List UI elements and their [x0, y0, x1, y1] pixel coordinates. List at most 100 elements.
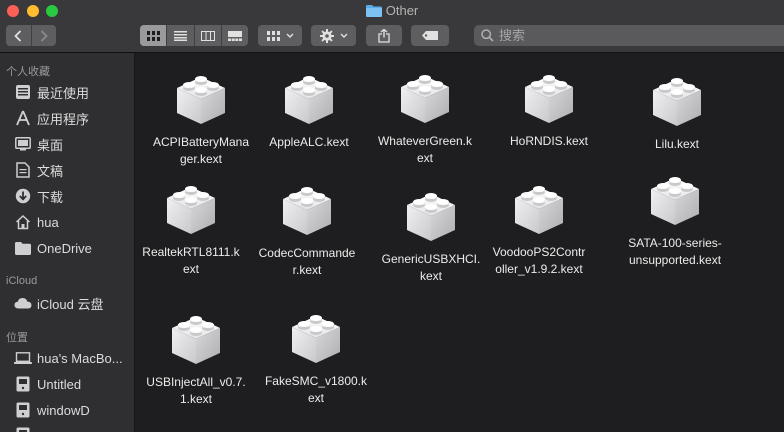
file-label: Lilu.kext: [654, 137, 700, 151]
search-input[interactable]: [499, 28, 779, 43]
disk-icon: [14, 401, 32, 419]
window-title: Other: [0, 3, 784, 18]
sidebar-item-disk[interactable]: [14, 425, 37, 432]
file-item[interactable]: Lilu.kext: [619, 69, 735, 153]
file-label: FakeSMC_v1800.k ext: [264, 374, 368, 405]
grid-icon: [146, 30, 160, 41]
file-label: HoRNDIS.kext: [509, 134, 589, 148]
chevron-down-icon: [286, 33, 293, 38]
sidebar-item-label: hua's MacBo...: [37, 350, 123, 366]
sidebar-item-macbook[interactable]: hua's MacBo...: [14, 348, 123, 368]
disk-icon: [14, 426, 32, 432]
group-by-button[interactable]: [258, 25, 302, 46]
file-grid: ACPIBatteryMana ger.kext AppleALC.kext Wh…: [135, 53, 784, 432]
file-label: RealtekRTL8111.k ext: [142, 245, 240, 276]
file-item[interactable]: RealtekRTL8111.k ext: [133, 177, 249, 278]
search-field[interactable]: [474, 25, 784, 46]
documents-icon: [14, 161, 32, 179]
sidebar-item-label: 桌面: [37, 137, 64, 153]
title-bar: Other: [0, 0, 784, 22]
file-item[interactable]: FakeSMC_v1800.k ext: [258, 306, 374, 407]
chevron-left-icon: [14, 29, 22, 42]
sidebar-item-label: 下载: [37, 189, 64, 205]
file-label: WhateverGreen.k ext: [377, 134, 473, 165]
back-button[interactable]: [6, 25, 32, 46]
kext-bundle-icon: [519, 66, 579, 126]
kext-bundle-icon: [171, 67, 231, 127]
sidebar-item-untitled[interactable]: Untitled: [14, 374, 81, 394]
sidebar-item-home[interactable]: hua: [14, 212, 59, 232]
finder-window: Other 搜索 个人收藏 最近使用 应用程序 桌面 文稿 下载 hua One…: [0, 0, 784, 432]
kext-bundle-icon: [401, 184, 461, 244]
file-label: ACPIBatteryMana ger.kext: [152, 135, 250, 166]
file-item[interactable]: VoodooPS2Contr oller_v1.9.2.kext: [481, 177, 597, 278]
disk-icon: [14, 375, 32, 393]
file-item[interactable]: AppleALC.kext: [251, 67, 367, 151]
laptop-icon: [14, 349, 32, 367]
folder-icon: [365, 5, 382, 17]
share-button[interactable]: [366, 25, 402, 46]
sidebar-item-onedrive[interactable]: OneDrive: [14, 238, 92, 258]
list-view-button[interactable]: [167, 25, 195, 46]
window-title-text: Other: [385, 3, 419, 18]
share-icon: [378, 28, 390, 43]
view-mode-selector: [140, 25, 248, 46]
recents-icon: [14, 83, 32, 101]
sidebar-item-windowd[interactable]: windowD: [14, 400, 90, 420]
favorites-header: 个人收藏: [6, 66, 50, 78]
sidebar-item-downloads[interactable]: 下载: [14, 186, 63, 206]
kext-bundle-icon: [277, 178, 337, 238]
locations-header: 位置: [6, 332, 28, 344]
file-label: USBInjectAll_v0.7. 1.kext: [146, 375, 246, 406]
sidebar-item-applications[interactable]: 应用程序: [14, 108, 89, 128]
search-icon: [481, 29, 494, 42]
sidebar-item-label: 文稿: [37, 163, 64, 179]
file-label: GenericUSBXHCI. kext: [381, 252, 481, 283]
file-item[interactable]: ACPIBatteryMana ger.kext: [143, 67, 259, 168]
chevron-down-icon: [340, 33, 347, 38]
sidebar-item-label: Untitled: [37, 376, 82, 392]
nav-buttons: [6, 25, 56, 46]
kext-bundle-icon: [279, 67, 339, 127]
file-label: VoodooPS2Contr oller_v1.9.2.kext: [492, 245, 586, 276]
chevron-right-icon: [40, 29, 48, 42]
sidebar-item-label: 最近使用: [37, 85, 90, 101]
file-item[interactable]: USBInjectAll_v0.7. 1.kext: [138, 307, 254, 408]
sidebar-item-label: OneDrive: [37, 240, 92, 256]
sidebar-item-label: 应用程序: [37, 111, 90, 127]
sidebar-item-label: hua: [37, 214, 59, 230]
sidebar-item-icloud-drive[interactable]: iCloud 云盘: [14, 293, 103, 313]
icon-view-button[interactable]: [140, 25, 168, 46]
file-item[interactable]: HoRNDIS.kext: [491, 66, 607, 150]
folder-icon: [14, 239, 32, 257]
tag-button[interactable]: [411, 25, 449, 46]
sidebar-item-label: windowD: [37, 402, 90, 418]
kext-bundle-icon: [645, 168, 705, 228]
sidebar-item-recents[interactable]: 最近使用: [14, 82, 89, 102]
column-view-button[interactable]: [195, 25, 222, 46]
toolbar: [0, 22, 784, 53]
applications-icon: [14, 109, 32, 127]
file-item[interactable]: CodecCommande r.kext: [249, 178, 365, 279]
file-label: AppleALC.kext: [269, 135, 349, 149]
sidebar: 个人收藏 最近使用 应用程序 桌面 文稿 下载 hua OneDrive iCl…: [0, 53, 135, 432]
downloads-icon: [14, 187, 32, 205]
forward-button[interactable]: [32, 25, 57, 46]
kext-bundle-icon: [395, 66, 455, 126]
kext-bundle-icon: [647, 69, 707, 129]
list-icon: [173, 30, 187, 41]
sidebar-item-label: iCloud 云盘: [37, 296, 104, 312]
sidebar-item-documents[interactable]: 文稿: [14, 160, 63, 180]
file-item[interactable]: SATA-100-series-unsupported.kext: [617, 168, 733, 269]
sidebar-item-desktop[interactable]: 桌面: [14, 134, 63, 154]
file-item[interactable]: GenericUSBXHCI. kext: [373, 184, 489, 285]
icloud-header: iCloud: [6, 275, 38, 287]
action-menu-button[interactable]: [311, 25, 356, 46]
gallery-view-button[interactable]: [222, 25, 248, 46]
kext-bundle-icon: [166, 307, 226, 367]
cloud-icon: [14, 294, 32, 312]
file-label: SATA-100-series-unsupported.kext: [628, 236, 722, 267]
kext-bundle-icon: [509, 177, 569, 237]
file-item[interactable]: WhateverGreen.k ext: [367, 66, 483, 167]
desktop-icon: [14, 135, 32, 153]
